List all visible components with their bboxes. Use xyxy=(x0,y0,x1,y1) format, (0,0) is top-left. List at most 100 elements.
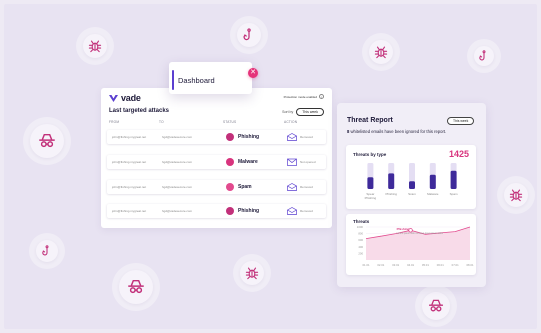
vade-logo: vade xyxy=(109,93,141,103)
row-status: Phishing xyxy=(238,134,260,140)
spy-icon xyxy=(39,133,55,148)
row-to: hgd@vadesecure.com xyxy=(162,135,193,139)
table-row[interactable]: john@fishing.mygreat.net hgd@vadesecure.… xyxy=(107,204,326,218)
spy-icon xyxy=(128,279,144,294)
row-action: Removed xyxy=(300,185,313,189)
column-header-action: ACTION xyxy=(284,120,298,124)
x-tick-label: 01.01 xyxy=(363,263,370,267)
bar-category-label: Phishing xyxy=(365,196,377,200)
trash-mail-icon[interactable] xyxy=(287,183,297,191)
sort-control: Sort by This week xyxy=(282,108,324,116)
page-background: vade Protection mode enabled i Last targ… xyxy=(4,4,537,329)
bar-category-label: Scam xyxy=(408,192,416,196)
ignored-count: 8 xyxy=(347,129,350,134)
vade-logo-icon xyxy=(109,94,118,102)
floating-hook-badge xyxy=(230,16,268,54)
floating-spy-badge xyxy=(112,263,160,311)
y-tick-label: 400 xyxy=(358,245,363,249)
x-tick-label: 03.01 xyxy=(392,263,399,267)
sort-label: Sort by xyxy=(282,110,294,114)
attacks-title: Last targeted attacks xyxy=(109,108,170,114)
bar xyxy=(450,170,457,189)
threats-card: Threats 1000 800 600 400 200 01.01 02.01 03.01 0… xyxy=(346,214,476,275)
floating-bug-badge xyxy=(497,176,535,214)
ignored-text: whitelisted emails have been ignored for… xyxy=(350,129,447,134)
row-action: Removed xyxy=(300,209,313,213)
highlight-point xyxy=(408,228,413,233)
dashboard-title: Dashboard xyxy=(178,76,215,85)
floating-hook-badge xyxy=(29,233,65,269)
bug-icon xyxy=(226,158,234,166)
table-row[interactable]: john@fishing.mygreat.net hgd@vadesecure.… xyxy=(107,180,326,194)
ignored-note: 8 whitelisted emails have been ignored f… xyxy=(347,129,446,134)
trash-mail-icon[interactable] xyxy=(287,133,297,141)
column-header-from: FROM xyxy=(109,120,120,124)
row-from: john@fishing.mygreat.net xyxy=(112,209,147,213)
table-row[interactable]: john@fishing.mygreat.net hgd@vadesecure.… xyxy=(107,155,326,169)
spy-icon xyxy=(428,299,444,312)
bar-category-label: Phishing xyxy=(385,192,397,196)
row-from: john@fishing.mygreat.net xyxy=(112,160,147,164)
logo-text: vade xyxy=(121,93,141,103)
row-action: Removed xyxy=(300,135,313,139)
info-icon[interactable]: i xyxy=(319,94,324,99)
bar xyxy=(367,177,374,189)
x-tick-label: 05.01 xyxy=(422,263,429,267)
y-tick-label: 200 xyxy=(358,251,363,255)
y-tick-label: 600 xyxy=(358,238,363,242)
y-tick-label: 800 xyxy=(358,232,363,236)
bar xyxy=(429,174,436,189)
x-tick-label: 02.01 xyxy=(377,263,384,267)
floating-bug-badge xyxy=(362,33,400,71)
attacks-card: vade Protection mode enabled i Last targ… xyxy=(101,88,332,228)
bug-icon xyxy=(245,267,259,280)
hook-icon xyxy=(479,50,486,61)
threats-area-chart: 1000 800 600 400 200 01.01 02.01 03.01 04.01 05.0… xyxy=(357,225,474,267)
close-icon[interactable]: ✕ xyxy=(248,68,258,78)
floating-spy-badge xyxy=(23,117,71,165)
dashboard-accent-bar xyxy=(172,70,174,90)
x-tick-label: 04.01 xyxy=(407,263,414,267)
x-tick-label: 07.01 xyxy=(452,263,459,267)
envelope-icon[interactable] xyxy=(287,158,297,166)
x-tick-label: 06.01 xyxy=(437,263,444,267)
sort-dropdown[interactable]: This week xyxy=(296,108,324,116)
floating-bug-badge xyxy=(76,27,114,65)
hook-icon xyxy=(42,245,49,256)
row-to: hgd@vadesecure.com xyxy=(162,185,193,189)
floating-spy-badge xyxy=(415,285,457,327)
bar xyxy=(388,173,395,189)
protection-mode-status: Protection mode enabled i xyxy=(284,94,324,99)
row-from: john@fishing.mygreat.net xyxy=(112,185,147,189)
x-tick-label: 08.01 xyxy=(467,263,474,267)
bar-category-label: Spam xyxy=(450,192,458,196)
tooltip-text: Lorem ipsum dolor sit amet lorem ipsum d… xyxy=(397,232,444,235)
floating-hook-badge xyxy=(467,39,501,73)
trash-mail-icon[interactable] xyxy=(287,207,297,215)
y-tick-label: 1000 xyxy=(357,225,364,229)
tooltip-title: Phishing xyxy=(397,227,410,231)
bug-icon xyxy=(88,40,102,53)
row-status: Phishing xyxy=(238,208,260,214)
bug-icon xyxy=(509,189,523,202)
dashboard-tab[interactable]: Dashboard xyxy=(169,62,252,94)
row-status: Spam xyxy=(238,184,252,190)
report-title: Threat Report xyxy=(347,117,393,124)
row-action: Not opened xyxy=(300,160,316,164)
protection-mode-label: Protection mode enabled xyxy=(283,94,317,99)
row-to: hgd@vadesecure.com xyxy=(162,209,193,213)
hook-icon xyxy=(226,133,234,141)
column-header-to: TO xyxy=(159,120,164,124)
threat-report-card: Threat Report This week 8 whitelisted em… xyxy=(337,103,486,287)
spam-icon xyxy=(226,183,234,191)
row-to: hgd@vadesecure.com xyxy=(162,160,193,164)
threats-by-type-chart: SpearPhishingPhishing Scam Malware Spam xyxy=(365,163,458,200)
row-from: john@fishing.mygreat.net xyxy=(112,135,147,139)
bar-category-label: Malware xyxy=(427,192,439,196)
report-period-dropdown[interactable]: This week xyxy=(447,117,475,125)
bar xyxy=(409,181,415,189)
column-header-status: STATUS xyxy=(223,120,237,124)
bug-icon xyxy=(374,46,388,59)
hook-icon xyxy=(226,207,234,215)
table-row[interactable]: john@fishing.mygreat.net hgd@vadesecure.… xyxy=(107,130,326,144)
